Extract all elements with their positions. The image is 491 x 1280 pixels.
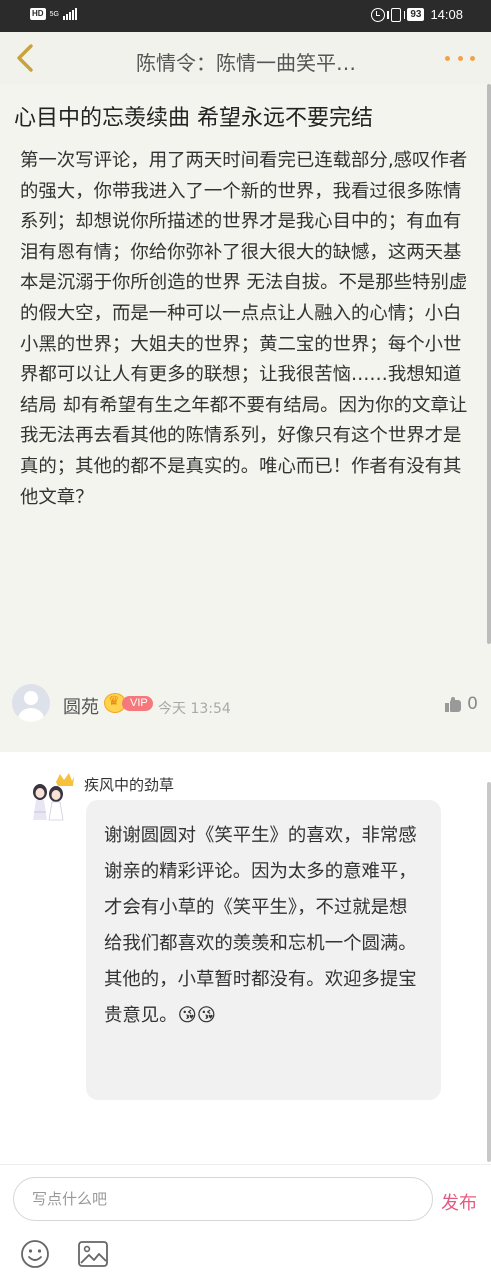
review-title: 心目中的忘羡续曲 希望永远不要完结	[14, 106, 373, 131]
signal-icon	[62, 8, 77, 20]
alarm-icon	[371, 7, 386, 22]
review-author-row: 圆苑 VIP 今天 13:54 0	[12, 684, 482, 724]
publish-button[interactable]: 发布	[441, 1189, 477, 1215]
more-dots-icon	[445, 55, 450, 61]
reply-scrollbar[interactable]	[487, 782, 491, 1162]
page-title: 陈情令：陈情一曲笑平…	[136, 51, 356, 75]
status-bar: HD 5G 93 14:08	[0, 0, 491, 32]
image-icon[interactable]	[78, 1241, 108, 1267]
vip-badge: VIP	[122, 696, 153, 711]
like-count: 0	[467, 694, 478, 714]
review-scrollbar[interactable]	[487, 84, 491, 644]
avatar[interactable]	[12, 684, 50, 722]
reply-author-name[interactable]: 疾风中的劲草	[84, 774, 174, 795]
chevron-left-icon	[17, 44, 33, 72]
thumbs-up-icon	[445, 696, 462, 712]
review-card: 心目中的忘羡续曲 希望永远不要完结 第一次写评论，用了两天时间看完已连载部分,感…	[0, 84, 491, 752]
like-button[interactable]: 0	[445, 694, 478, 714]
more-options-button[interactable]	[445, 46, 475, 70]
author-reply: 疾风中的劲草 谢谢圆圆对《笑平生》的喜欢，非常感谢亲的精彩评论。因为太多的意难平…	[0, 752, 491, 1164]
reply-text: 谢谢圆圆对《笑平生》的喜欢，非常感谢亲的精彩评论。因为太多的意难平，才会有小草的…	[104, 825, 417, 1026]
review-timestamp: 今天 13:54	[158, 701, 231, 717]
emoji-icon[interactable]	[20, 1239, 50, 1269]
status-left: HD 5G	[30, 8, 77, 20]
reply-bubble: 谢谢圆圆对《笑平生》的喜欢，非常感谢亲的精彩评论。因为太多的意难平，才会有小草的…	[86, 800, 441, 1100]
battery-indicator: 93	[407, 8, 425, 21]
back-button[interactable]	[12, 42, 42, 74]
hd-indicator: HD	[30, 8, 46, 20]
vibrate-icon	[387, 7, 406, 22]
reply-avatar[interactable]	[26, 772, 76, 822]
clock: 14:08	[430, 7, 463, 22]
review-body: 第一次写评论，用了两天时间看完已连载部分,感叹作者的强大，你带我进入了一个新的世…	[20, 150, 468, 508]
comment-input[interactable]	[13, 1177, 433, 1221]
top-bar: 陈情令：陈情一曲笑平…	[0, 32, 491, 84]
comment-composer: 发布	[0, 1164, 491, 1280]
network-indicator: 5G	[49, 10, 59, 18]
review-author-name[interactable]: 圆苑	[63, 693, 99, 719]
status-right: 93 14:08	[371, 7, 463, 22]
